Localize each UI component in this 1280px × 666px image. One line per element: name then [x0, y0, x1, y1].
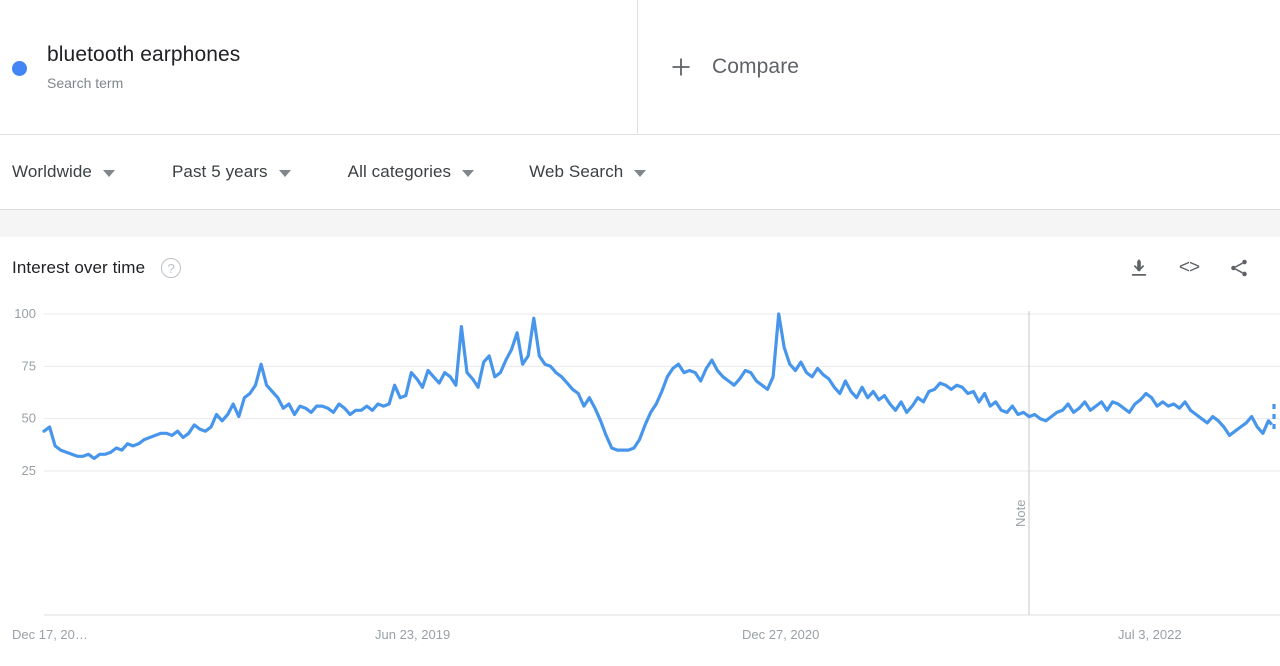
compare-label: Compare: [712, 55, 800, 78]
search-term-text: bluetooth earphones Search term: [47, 42, 240, 94]
chart-series-group: [42, 312, 1276, 460]
series-bluetooth-earphones: [42, 312, 1271, 460]
search-term-subtitle: Search term: [47, 74, 124, 91]
filter-search-type-label: Web Search: [529, 162, 624, 181]
section-spacer: [0, 210, 1280, 237]
x-axis-tick: Jul 3, 2022: [1118, 627, 1182, 642]
share-icon[interactable]: [1222, 251, 1256, 285]
chevron-down-icon: [462, 169, 475, 177]
series-color-dot: [12, 61, 27, 76]
chevron-down-icon: [634, 169, 647, 177]
y-axis-tick: 75: [22, 358, 36, 373]
embed-glyph: <>: [1178, 257, 1200, 278]
embed-icon[interactable]: <>: [1172, 251, 1206, 285]
filter-bar: Worldwide Past 5 years All categories We…: [0, 135, 1280, 210]
filter-location-label: Worldwide: [12, 162, 92, 181]
x-axis-tick: Dec 17, 20…: [12, 627, 88, 642]
y-axis-tick: 50: [22, 411, 36, 426]
filter-location[interactable]: Worldwide: [12, 135, 115, 209]
chart-note-annotation: Note: [1013, 311, 1030, 615]
search-terms-row: bluetooth earphones Search term Compare: [0, 0, 1280, 135]
chevron-down-icon: [278, 169, 291, 177]
download-icon[interactable]: [1122, 251, 1156, 285]
chart-y-axis-labels: 100 75 50 25: [14, 306, 36, 478]
search-term-card[interactable]: bluetooth earphones Search term: [0, 0, 638, 135]
filter-search-type[interactable]: Web Search: [529, 135, 647, 209]
filter-time-range-label: Past 5 years: [171, 162, 268, 181]
chart-x-axis-labels: Dec 17, 20… Jun 23, 2019 Dec 27, 2020 Jul 3…: [12, 627, 1182, 642]
note-label: Note: [1013, 500, 1028, 527]
chart-svg: 100755025 Note Dec 17, 20… Jun 23, 2019 De…: [12, 306, 1280, 642]
y-axis-tick: 25: [22, 463, 36, 478]
plus-icon: [668, 54, 694, 80]
filter-category-label: All categories: [347, 162, 452, 181]
interest-over-time-chart[interactable]: 100 75 50 25 Note Dec 17, 20… Jun 23, 2019 De…: [0, 299, 1280, 666]
filter-time-range[interactable]: Past 5 years: [172, 135, 291, 209]
interest-over-time-card: Interest over time ? <> 100 75 50 25 Not…: [0, 237, 1280, 666]
help-icon[interactable]: ?: [161, 258, 182, 278]
search-term-title: bluetooth earphones: [47, 42, 241, 66]
card-title: Interest over time: [12, 258, 146, 277]
x-axis-tick: Jun 23, 2019: [375, 627, 450, 642]
card-header: Interest over time ? <>: [0, 237, 1280, 299]
chevron-down-icon: [102, 169, 115, 177]
add-comparison-button[interactable]: Compare: [638, 0, 1280, 134]
y-axis-tick: 100: [14, 306, 36, 321]
filter-category[interactable]: All categories: [347, 135, 475, 209]
x-axis-tick: Dec 27, 2020: [742, 627, 819, 642]
